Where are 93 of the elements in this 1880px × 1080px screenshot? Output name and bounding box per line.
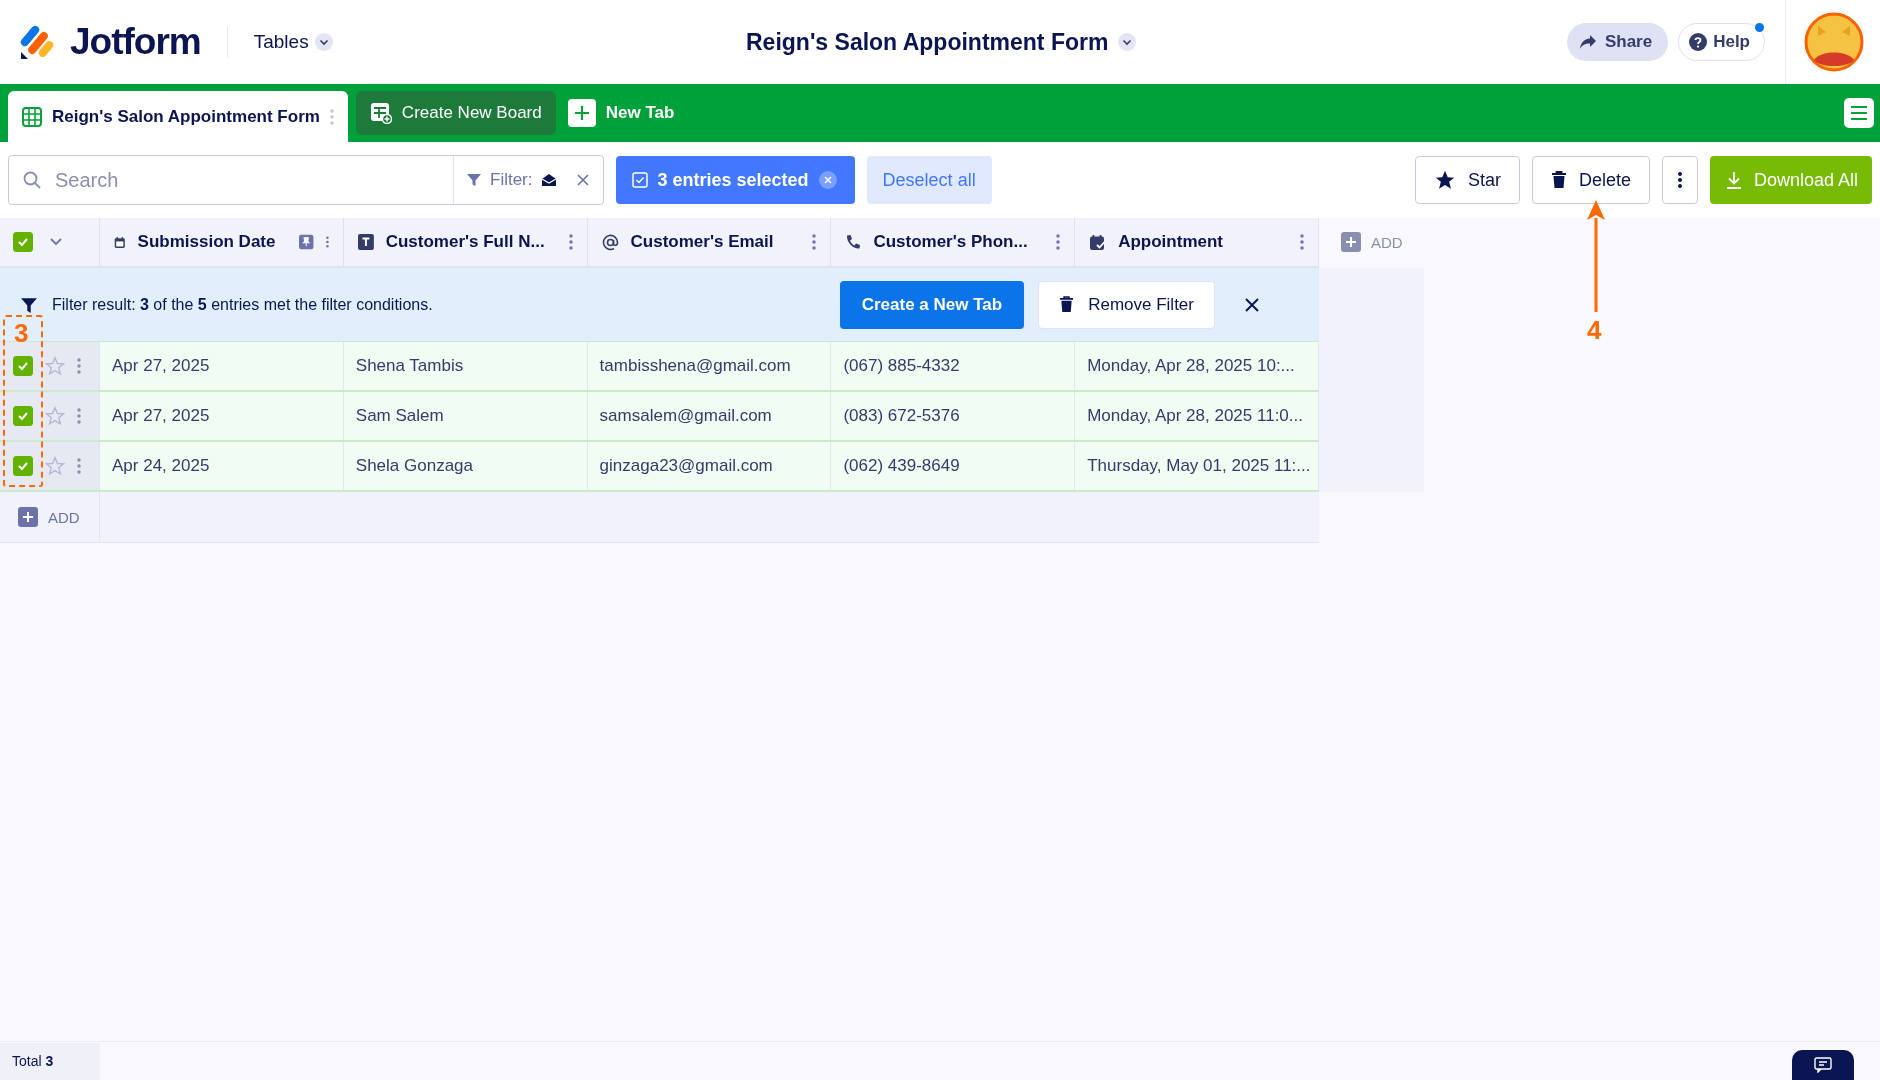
column-header[interactable]: Appointment: [1075, 218, 1319, 266]
chevron-icon[interactable]: [1118, 33, 1137, 51]
checkbox-icon: [631, 172, 648, 188]
remove-filter-button[interactable]: Remove Filter: [1038, 280, 1215, 329]
table-cell: tambisshena@gmail.com: [587, 342, 832, 390]
checkbox[interactable]: [13, 406, 33, 426]
plus-icon: [18, 507, 38, 527]
star-icon[interactable]: [45, 356, 65, 376]
column-header[interactable]: Customer's Email: [587, 218, 832, 266]
check-icon: [17, 236, 29, 248]
help-button[interactable]: Help: [1678, 23, 1765, 61]
close-icon: [1245, 297, 1259, 312]
table-cell: samsalem@gmail.com: [587, 392, 832, 440]
more-icon[interactable]: [325, 234, 329, 250]
table-cell: Sam Salem: [343, 392, 588, 440]
table-cell: Apr 27, 2025: [100, 342, 344, 390]
chevron-icon: [314, 33, 333, 51]
more-icon[interactable]: [812, 234, 817, 250]
search-field[interactable]: Search: [53, 167, 417, 193]
more-icon[interactable]: [1300, 234, 1304, 250]
step-number: 4: [1587, 317, 1602, 343]
more-icon[interactable]: [1056, 234, 1061, 250]
menu-icon: [1850, 105, 1868, 121]
column-header[interactable]: Submission Date: [100, 218, 344, 266]
at-sign-icon: [601, 233, 619, 251]
logo-text: Jotform: [70, 21, 201, 63]
pin-icon[interactable]: [299, 232, 314, 252]
more-button[interactable]: [1661, 156, 1698, 204]
close-icon: [576, 174, 589, 186]
delete-button[interactable]: Delete: [1531, 156, 1650, 204]
check-icon: [17, 460, 29, 472]
tables-dropdown[interactable]: Tables: [253, 31, 333, 53]
table-cell: (083) 672-5376: [831, 392, 1076, 440]
create-new-tab-button[interactable]: Create a New Tab: [839, 280, 1025, 329]
menu-button[interactable]: [1844, 98, 1874, 128]
star-button[interactable]: Star: [1414, 156, 1520, 204]
table-cell: Shena Tambis: [343, 342, 588, 390]
table-cell: Apr 27, 2025: [100, 392, 344, 440]
calendar-check-icon: [1089, 233, 1107, 251]
avatar-icon[interactable]: [1804, 12, 1864, 72]
more-icon[interactable]: [568, 234, 573, 250]
filter-chip[interactable]: Filter:: [454, 156, 569, 204]
close-icon[interactable]: [818, 171, 837, 189]
chat-icon: [1814, 1057, 1832, 1073]
plus-icon: [1341, 232, 1361, 252]
selection-chip[interactable]: 3 entries selected: [615, 156, 855, 204]
check-icon: [17, 360, 29, 372]
share-button[interactable]: Share: [1566, 23, 1669, 61]
plus-icon: [567, 99, 596, 127]
close-button[interactable]: [1245, 297, 1259, 312]
grid-icon: [22, 106, 42, 127]
column-header[interactable]: Customer's Phon...: [831, 218, 1076, 266]
feedback-button[interactable]: [1792, 1050, 1854, 1080]
star-icon[interactable]: [45, 456, 65, 476]
board-icon: [369, 102, 392, 124]
trash-icon: [1059, 296, 1075, 313]
table-cell: Shela Gonzaga: [343, 442, 588, 490]
tab[interactable]: Reign's Salon Appointment Form: [8, 91, 348, 142]
download-icon: [1725, 171, 1742, 189]
star-icon[interactable]: [45, 406, 65, 426]
table-cell: (062) 439-8649: [831, 442, 1076, 490]
chevron-icon[interactable]: [49, 237, 63, 247]
filter-icon: [466, 172, 482, 188]
form-title: Reign's Salon Appointment Form: [746, 28, 1109, 56]
checkbox[interactable]: [13, 456, 33, 476]
filter-result-text: Filter result: 3 of the 5 entries met the filter conditions.: [52, 295, 433, 314]
add-row-button[interactable]: ADD: [18, 507, 80, 527]
envelope-icon: [540, 173, 557, 187]
search-icon: [23, 171, 41, 189]
more-icon[interactable]: [77, 408, 81, 424]
checkbox[interactable]: [13, 356, 33, 376]
table-cell: ginzaga23@gmail.com: [587, 442, 832, 490]
more-icon[interactable]: [77, 458, 81, 474]
text-icon: [357, 234, 374, 250]
check-icon: [17, 410, 29, 422]
more-icon: [1677, 171, 1682, 189]
help-icon: [1689, 33, 1708, 51]
more-icon[interactable]: [77, 358, 81, 374]
phone-icon: [845, 234, 862, 250]
total-count: Total 3: [0, 1043, 100, 1080]
table-cell: Monday, Apr 28, 2025 10:...: [1075, 342, 1319, 390]
column-header[interactable]: Customer's Full N...: [343, 218, 588, 266]
checkbox[interactable]: [13, 232, 33, 252]
filter-icon: [20, 295, 38, 314]
search-bar[interactable]: Search Filter:: [8, 155, 604, 205]
share-icon: [1578, 34, 1597, 50]
table-cell: Thursday, May 01, 2025 11:...: [1075, 442, 1319, 490]
table-cell: Monday, Apr 28, 2025 11:0...: [1075, 392, 1319, 440]
table-cell: Apr 24, 2025: [100, 442, 344, 490]
trash-icon: [1550, 171, 1567, 189]
table-cell: (067) 885-4332: [831, 342, 1076, 390]
tab[interactable]: Create New Board: [355, 91, 556, 135]
step-number: 3: [14, 320, 29, 346]
